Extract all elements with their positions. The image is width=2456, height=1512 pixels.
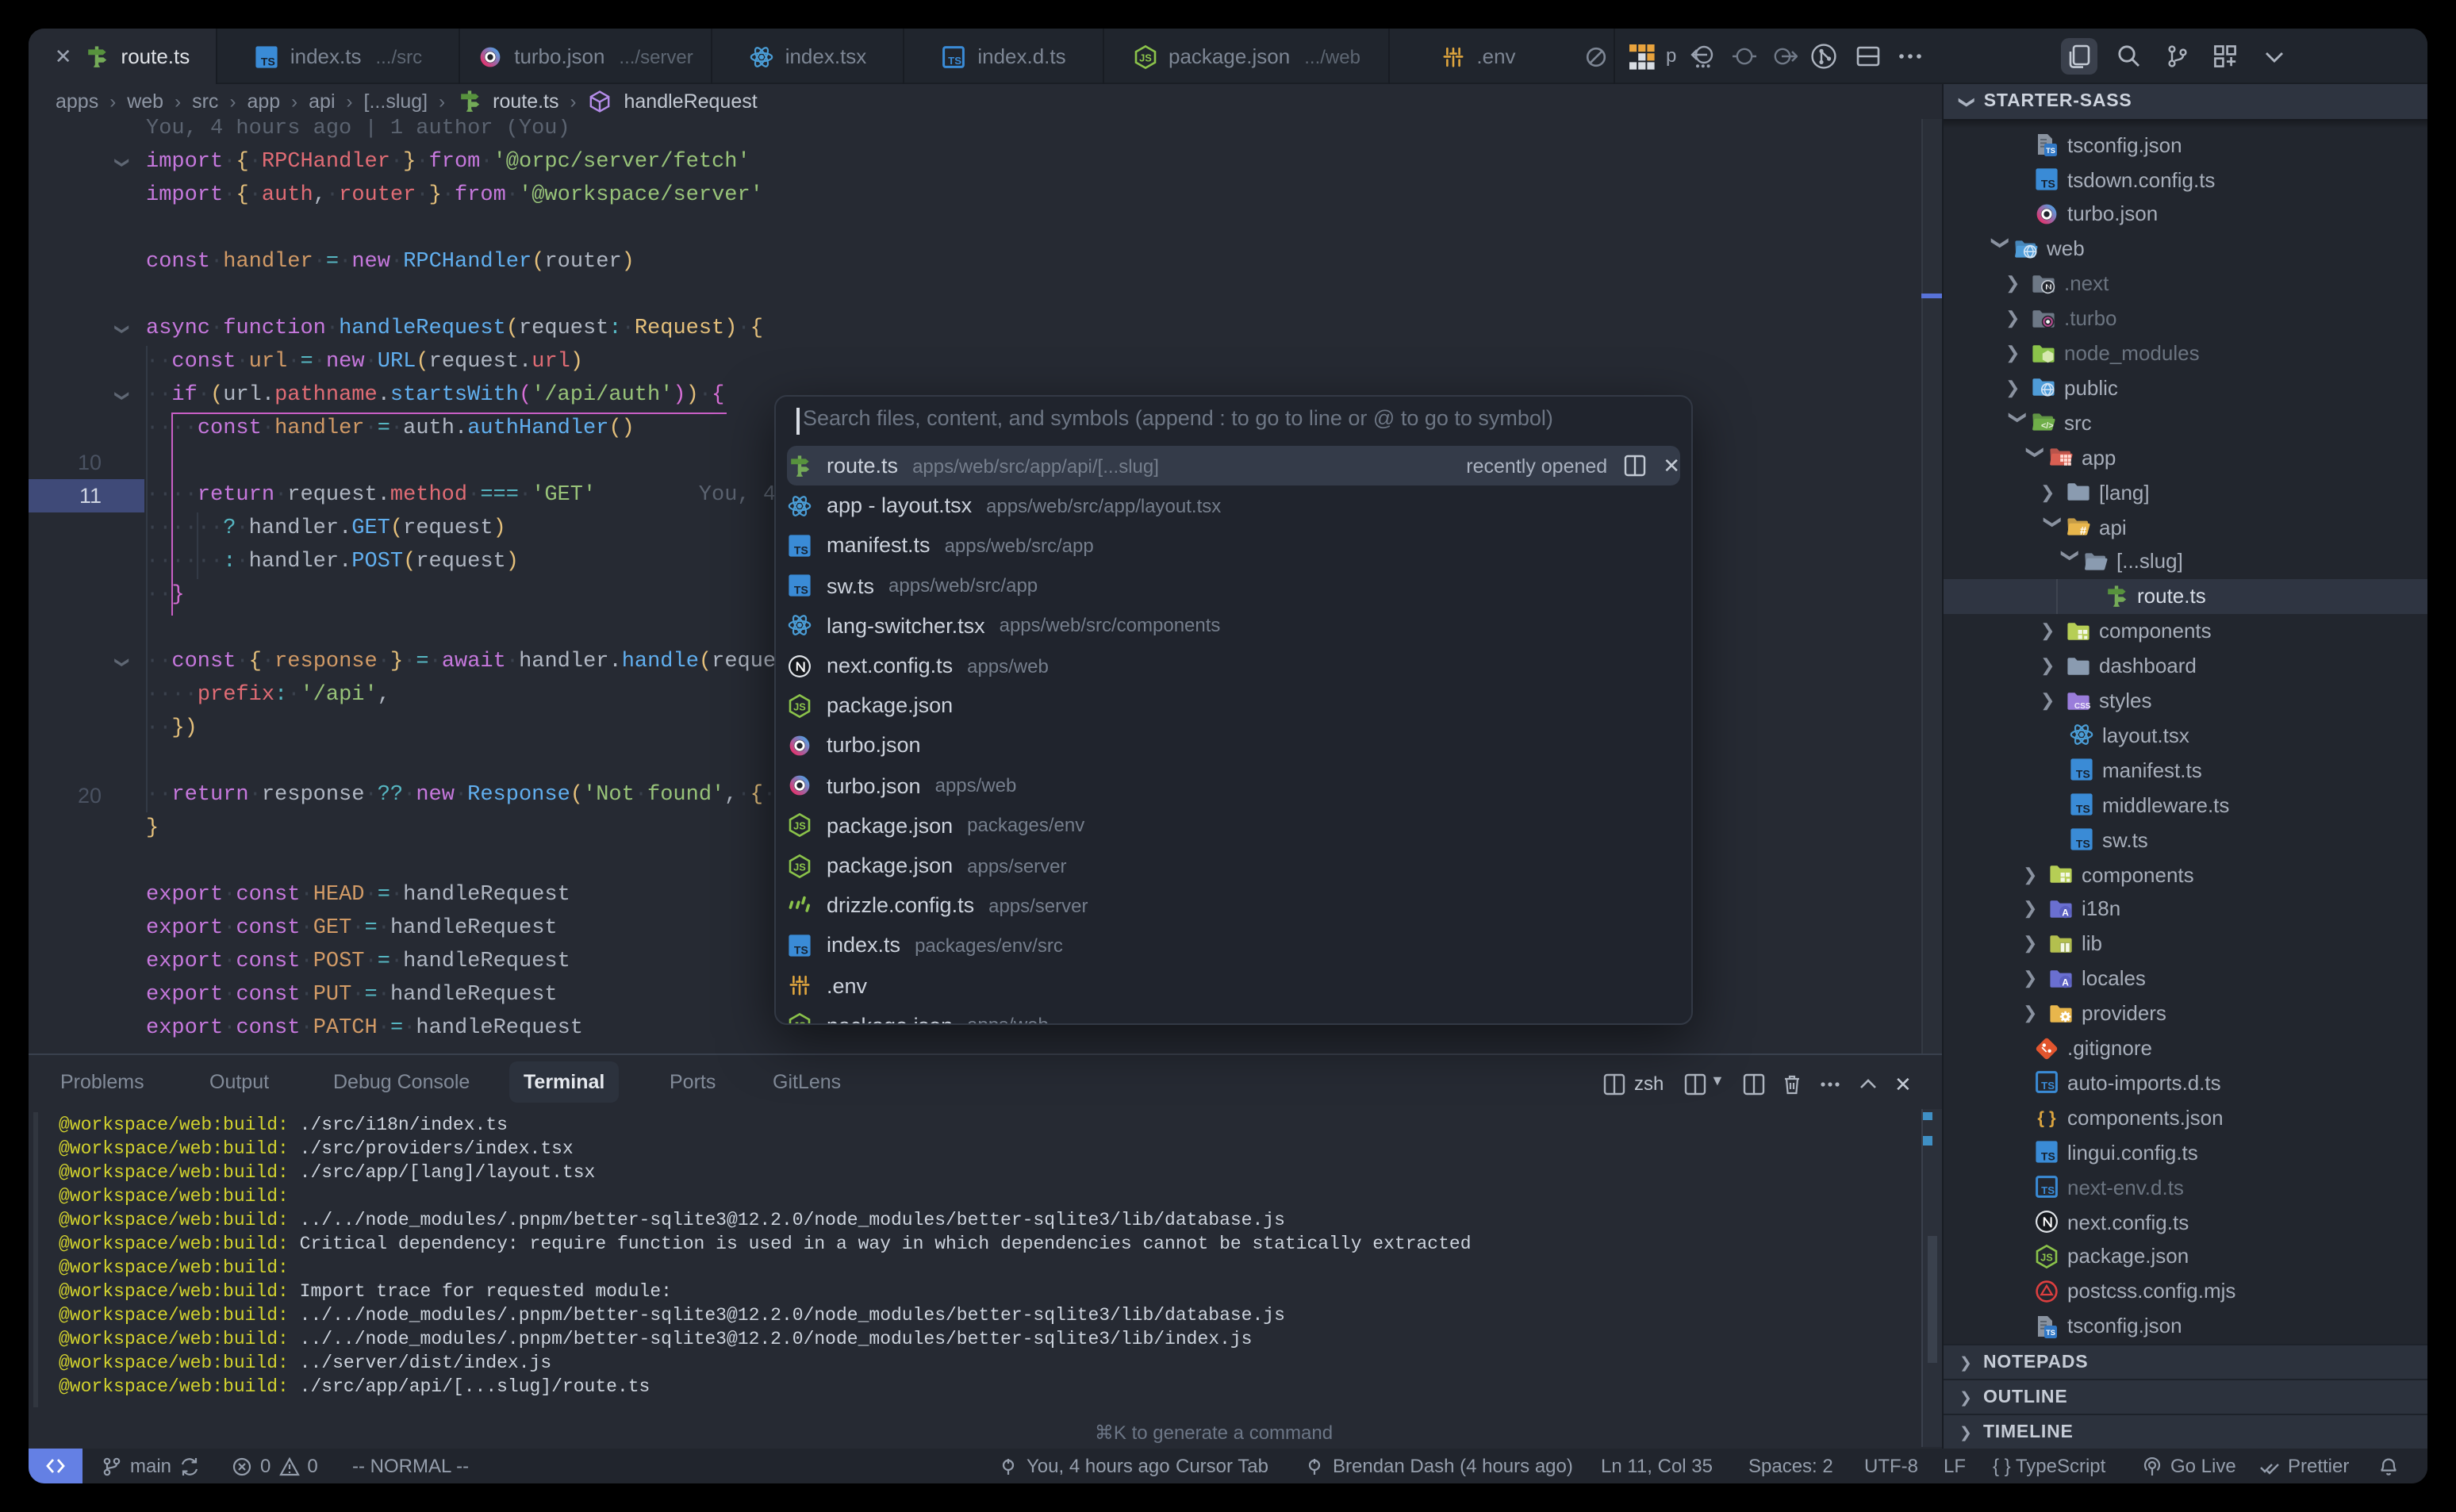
svg-text:CSS: CSS <box>2074 701 2091 710</box>
svg-text:{ }: { } <box>2037 1108 2056 1128</box>
svg-text:TS: TS <box>948 54 961 66</box>
svg-text:JS: JS <box>793 820 806 832</box>
svg-text:TS: TS <box>2041 1080 2055 1092</box>
svg-text:TS: TS <box>2076 838 2090 850</box>
svg-text:TS: TS <box>2076 768 2090 781</box>
svg-text:TS: TS <box>2046 1329 2055 1337</box>
svg-text:JS: JS <box>793 861 806 873</box>
svg-text:#: # <box>2080 524 2087 538</box>
svg-text:</>: </> <box>2041 422 2054 432</box>
svg-text:TS: TS <box>2041 1150 2055 1163</box>
svg-text:p: p <box>1666 45 1676 67</box>
svg-text:TS: TS <box>794 584 808 597</box>
svg-text:A: A <box>2062 907 2069 918</box>
svg-text:JS: JS <box>793 1020 806 1025</box>
svg-text:TS: TS <box>2041 1185 2055 1197</box>
svg-text:TS: TS <box>794 943 808 956</box>
svg-text:TS: TS <box>2076 803 2090 815</box>
svg-text:JS: JS <box>2040 1252 2053 1264</box>
svg-text:JS: JS <box>793 700 806 712</box>
svg-text:A: A <box>2062 977 2069 988</box>
svg-text:TS: TS <box>2046 148 2055 155</box>
svg-text:JS: JS <box>1138 52 1151 63</box>
svg-text:TS: TS <box>261 54 275 67</box>
svg-text:TS: TS <box>2041 178 2055 190</box>
svg-text:TS: TS <box>794 543 808 556</box>
